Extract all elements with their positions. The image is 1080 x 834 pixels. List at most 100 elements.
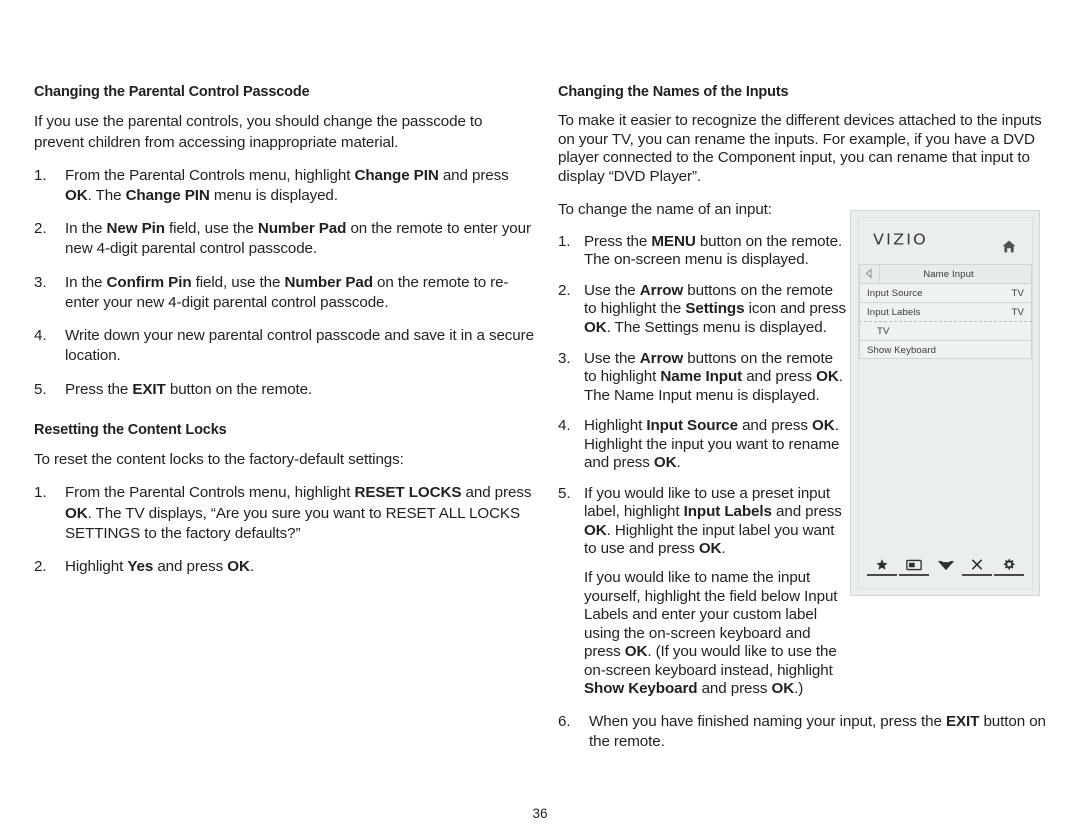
close-x-icon[interactable]: [962, 554, 993, 576]
body-text: . The Settings menu is displayed.: [606, 318, 827, 336]
body-text: and press: [771, 503, 842, 521]
step-item: 2. Highlight Yes and press OK.: [34, 557, 534, 577]
emphasis-text: Change PIN: [354, 166, 439, 184]
emphasis-text: Confirm Pin: [106, 273, 192, 291]
emphasis-text: Name Input: [660, 368, 743, 386]
step-item: 4. Highlight Input Source and press OK. H…: [558, 417, 847, 473]
step-item: 3. In the Confirm Pin field, use the Numb…: [34, 273, 534, 313]
emphasis-text: Number Pad: [257, 220, 347, 238]
step-text: Write down your new parental control pas…: [65, 327, 534, 364]
step-text: From the Parental Controls menu, highlig…: [65, 167, 509, 204]
body-text: button on the remote.: [165, 380, 313, 398]
body-text: .): [794, 680, 804, 698]
page-number: 36: [532, 806, 548, 821]
emphasis-text: EXIT: [132, 380, 166, 398]
home-icon[interactable]: [1002, 240, 1016, 253]
back-arrow-icon[interactable]: [860, 265, 880, 282]
tv-menu-list: Name Input Input Source TV Input Labels …: [859, 264, 1032, 359]
menu-row-value: TV: [1011, 288, 1024, 299]
emphasis-text: Arrow: [639, 281, 684, 299]
body-text: .: [249, 558, 254, 576]
step-text: In the Confirm Pin field, use the Number…: [65, 273, 509, 311]
step-item: 5. Press the EXIT button on the remote.: [34, 380, 534, 400]
step-text: In the New Pin field, use the Number Pad…: [65, 220, 531, 257]
menu-row-input-source[interactable]: Input Source TV: [859, 283, 1032, 302]
step-text: Use the Arrow buttons on the remote to h…: [584, 350, 843, 404]
body-text: and press: [742, 368, 817, 386]
step-item: 1. From the Parental Controls menu, highl…: [34, 483, 534, 544]
step-item: 2. Use the Arrow buttons on the remote to…: [558, 282, 847, 338]
emphasis-text: OK: [812, 417, 835, 435]
star-icon[interactable]: [867, 554, 897, 576]
step-number: 2.: [558, 281, 571, 299]
emphasis-text: Show Keyboard: [584, 680, 698, 698]
emphasis-text: OK: [624, 643, 648, 661]
body-text: field, use the: [164, 220, 258, 238]
tv-menu-screenshot: VIZIO Name Input Input Source TV Input L…: [850, 210, 1040, 596]
emphasis-text: EXIT: [945, 712, 980, 730]
step-item: 4. Write down your new parental control p…: [34, 326, 534, 366]
step-number: 2.: [34, 558, 47, 576]
emphasis-text: Number Pad: [284, 273, 373, 291]
body-text: .: [676, 454, 681, 472]
sub-paragraph-custom-label: If you would like to name the input your…: [584, 569, 847, 699]
body-text: From the Parental Controls menu, highlig…: [65, 166, 355, 184]
body-text: Press the: [65, 380, 133, 398]
body-text: From the Parental Controls menu, highlig…: [65, 484, 355, 502]
body-text: In the: [65, 273, 107, 291]
section-intro-parental-passcode: If you use the parental controls, you sh…: [34, 113, 483, 151]
menu-row-show-keyboard[interactable]: Show Keyboard: [859, 340, 1032, 359]
body-text: Press the: [584, 232, 652, 250]
emphasis-text: New Pin: [106, 220, 165, 238]
menu-row-custom-label-field[interactable]: TV: [859, 321, 1032, 340]
step-number: 1.: [34, 166, 47, 184]
emphasis-text: OK: [771, 680, 795, 698]
tv-menu-header: VIZIO: [859, 218, 1032, 264]
body-text: and press: [697, 680, 772, 698]
step-item: 1. From the Parental Controls menu, highl…: [34, 166, 534, 206]
emphasis-text: Yes: [127, 558, 154, 576]
emphasis-text: Input Source: [646, 417, 738, 435]
body-text: Highlight: [584, 417, 647, 435]
emphasis-text: OK: [227, 558, 250, 576]
section-intro-input-names: To make it easier to recognize the diffe…: [558, 112, 1042, 186]
emphasis-text: Arrow: [639, 349, 684, 367]
steps-input-names-wide: 6. When you have finished naming your inp…: [558, 712, 1050, 752]
step-item: 1. Press the MENU button on the remote. T…: [558, 233, 847, 270]
emphasis-text: OK: [653, 454, 677, 472]
body-text: and press: [737, 417, 812, 435]
menu-row-label: Input Source: [867, 288, 923, 299]
step-item: 5. If you would like to use a preset inpu…: [558, 485, 847, 559]
step-item: 6. When you have finished naming your inp…: [558, 712, 1069, 752]
step-item: 3. Use the Arrow buttons on the remote to…: [558, 350, 847, 406]
step-number: 1.: [558, 232, 571, 250]
tv-menu-title-row: Name Input: [859, 264, 1032, 283]
steps-parental-passcode: 1. From the Parental Controls menu, highl…: [34, 166, 534, 400]
section-heading-input-names: Changing the Names of the Inputs: [558, 84, 789, 100]
chevron-down-icon[interactable]: [931, 556, 961, 576]
body-text: Use the: [584, 281, 640, 299]
gear-icon[interactable]: [994, 554, 1024, 576]
step-text: Press the MENU button on the remote. The…: [584, 233, 842, 269]
step-text: Highlight Input Source and press OK. Hig…: [584, 417, 839, 471]
emphasis-text: MENU: [651, 232, 696, 250]
body-text: Highlight: [65, 558, 128, 576]
step-number: 1.: [34, 484, 47, 502]
step-text: If you would like to use a preset input …: [584, 485, 842, 558]
section-heading-parental-passcode: Changing the Parental Control Passcode: [34, 84, 310, 100]
body-text: When you have finished naming your input…: [589, 712, 946, 730]
step-item: 2. In the New Pin field, use the Number P…: [34, 219, 534, 259]
emphasis-text: OK: [816, 368, 839, 386]
picture-icon[interactable]: [898, 554, 929, 576]
tv-menu-icon-bar: [867, 556, 1024, 576]
step-number: 5.: [34, 380, 47, 398]
body-text: Write down your new parental control pas…: [65, 327, 534, 365]
body-text: In the: [65, 220, 107, 238]
emphasis-text: RESET LOCKS: [354, 484, 462, 502]
menu-row-input-labels[interactable]: Input Labels TV: [859, 302, 1032, 321]
step-number: 4.: [558, 417, 571, 435]
emphasis-text: Input Labels: [683, 503, 772, 521]
body-text: . The TV displays, “Are you sure you wan…: [65, 504, 520, 542]
vizio-logo: VIZIO: [873, 230, 928, 249]
step-text: From the Parental Controls menu, highlig…: [65, 484, 531, 541]
